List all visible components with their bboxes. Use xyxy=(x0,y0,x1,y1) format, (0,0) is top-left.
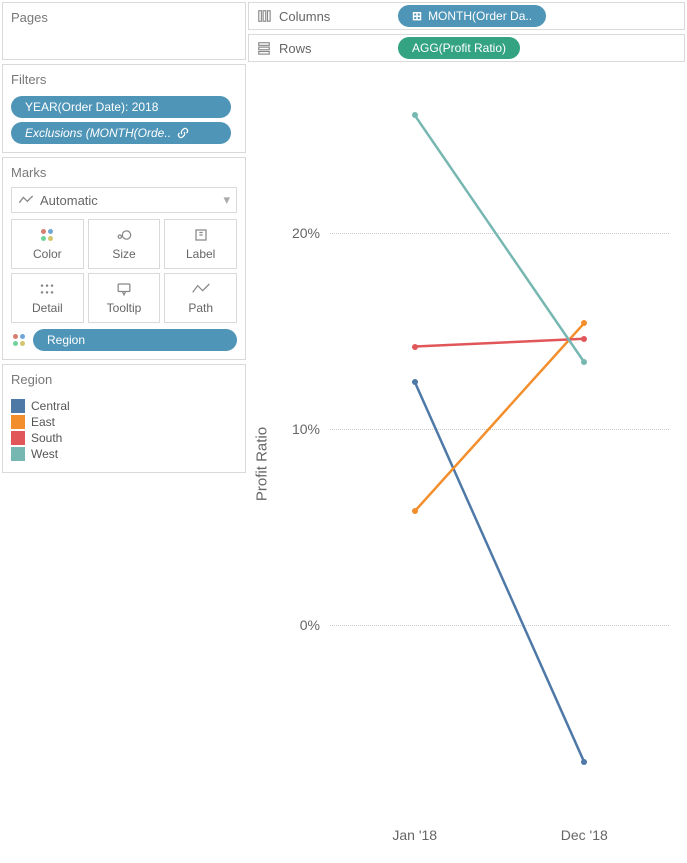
color-icon xyxy=(39,227,55,243)
tooltip-icon xyxy=(114,281,134,297)
filter-pill-year-label: YEAR(Order Date): 2018 xyxy=(25,100,158,114)
filter-pill-year[interactable]: YEAR(Order Date): 2018 xyxy=(11,96,231,118)
legend-card: Region Central East South West xyxy=(2,364,246,473)
color-pill-region[interactable]: Region xyxy=(33,329,237,351)
mark-label-label: Label xyxy=(186,247,215,261)
data-point[interactable] xyxy=(412,508,418,514)
y-tick-label: 10% xyxy=(292,421,330,437)
series-line[interactable] xyxy=(415,382,585,762)
legend-item-label: West xyxy=(31,447,58,461)
plus-icon: ⊞ xyxy=(412,9,422,23)
size-icon xyxy=(114,227,134,243)
mark-label-button[interactable]: Label xyxy=(164,219,237,269)
mark-tooltip-label: Tooltip xyxy=(107,301,142,315)
link-icon xyxy=(177,127,189,139)
columns-pill[interactable]: ⊞ MONTH(Order Da.. xyxy=(398,5,546,27)
x-tick-label: Jan '18 xyxy=(392,821,437,843)
legend-item-label: South xyxy=(31,431,62,445)
marks-type-select[interactable]: Automatic ▾ xyxy=(11,187,237,213)
rows-pill-label: AGG(Profit Ratio) xyxy=(412,41,506,55)
legend-item[interactable]: Central xyxy=(11,398,237,414)
series-line[interactable] xyxy=(415,323,585,511)
pages-card[interactable]: Pages xyxy=(2,2,246,60)
filter-pill-exclusions[interactable]: Exclusions (MONTH(Orde.. xyxy=(11,122,231,144)
caret-down-icon: ▾ xyxy=(223,192,230,208)
chart-area[interactable]: Profit Ratio 0% 10% 20% Jan '18 Dec '18 xyxy=(248,66,685,861)
mark-detail-button[interactable]: Detail xyxy=(11,273,84,323)
color-encoding-icon xyxy=(11,332,27,348)
detail-icon xyxy=(37,281,57,297)
x-tick-label: Dec '18 xyxy=(561,821,608,843)
mark-size-button[interactable]: Size xyxy=(88,219,161,269)
rows-pill[interactable]: AGG(Profit Ratio) xyxy=(398,37,520,59)
data-point[interactable] xyxy=(412,379,418,385)
mark-size-label: Size xyxy=(112,247,135,261)
rows-shelf[interactable]: Rows AGG(Profit Ratio) xyxy=(248,34,685,62)
rows-label: Rows xyxy=(273,41,398,56)
filters-title: Filters xyxy=(3,65,245,94)
columns-icon xyxy=(255,9,273,23)
filters-card: Filters YEAR(Order Date): 2018 Exclusion… xyxy=(2,64,246,153)
legend-title: Region xyxy=(3,365,245,394)
path-icon xyxy=(191,281,211,297)
marks-type-label: Automatic xyxy=(40,193,98,208)
marks-card: Marks Automatic ▾ Color xyxy=(2,157,246,360)
legend-swatch xyxy=(11,431,25,445)
data-point[interactable] xyxy=(412,112,418,118)
legend-item-label: Central xyxy=(31,399,70,413)
marks-title: Marks xyxy=(3,158,245,187)
columns-label: Columns xyxy=(273,9,398,24)
columns-shelf[interactable]: Columns ⊞ MONTH(Order Da.. xyxy=(248,2,685,30)
series-line[interactable] xyxy=(415,339,585,347)
legend-swatch xyxy=(11,447,25,461)
legend-item-label: East xyxy=(31,415,55,429)
mark-path-label: Path xyxy=(188,301,213,315)
data-point[interactable] xyxy=(412,344,418,350)
data-point[interactable] xyxy=(581,336,587,342)
series-line[interactable] xyxy=(415,115,585,362)
y-tick-label: 20% xyxy=(292,225,330,241)
pages-title: Pages xyxy=(3,3,245,32)
legend-swatch xyxy=(11,399,25,413)
legend-swatch xyxy=(11,415,25,429)
mark-detail-label: Detail xyxy=(32,301,63,315)
mark-path-button[interactable]: Path xyxy=(164,273,237,323)
line-chart-icon xyxy=(18,194,34,206)
y-tick-label: 0% xyxy=(300,617,330,633)
color-pill-region-label: Region xyxy=(47,333,85,347)
legend-item[interactable]: West xyxy=(11,446,237,462)
mark-color-label: Color xyxy=(33,247,62,261)
chart-lines xyxy=(330,76,669,821)
legend-item[interactable]: East xyxy=(11,414,237,430)
columns-pill-label: MONTH(Order Da.. xyxy=(428,9,532,23)
y-axis-title: Profit Ratio xyxy=(254,426,271,500)
rows-icon xyxy=(255,41,273,55)
label-icon xyxy=(191,227,211,243)
filter-pill-exclusions-label: Exclusions (MONTH(Orde.. xyxy=(25,126,171,140)
legend-item[interactable]: South xyxy=(11,430,237,446)
mark-color-button[interactable]: Color xyxy=(11,219,84,269)
mark-tooltip-button[interactable]: Tooltip xyxy=(88,273,161,323)
